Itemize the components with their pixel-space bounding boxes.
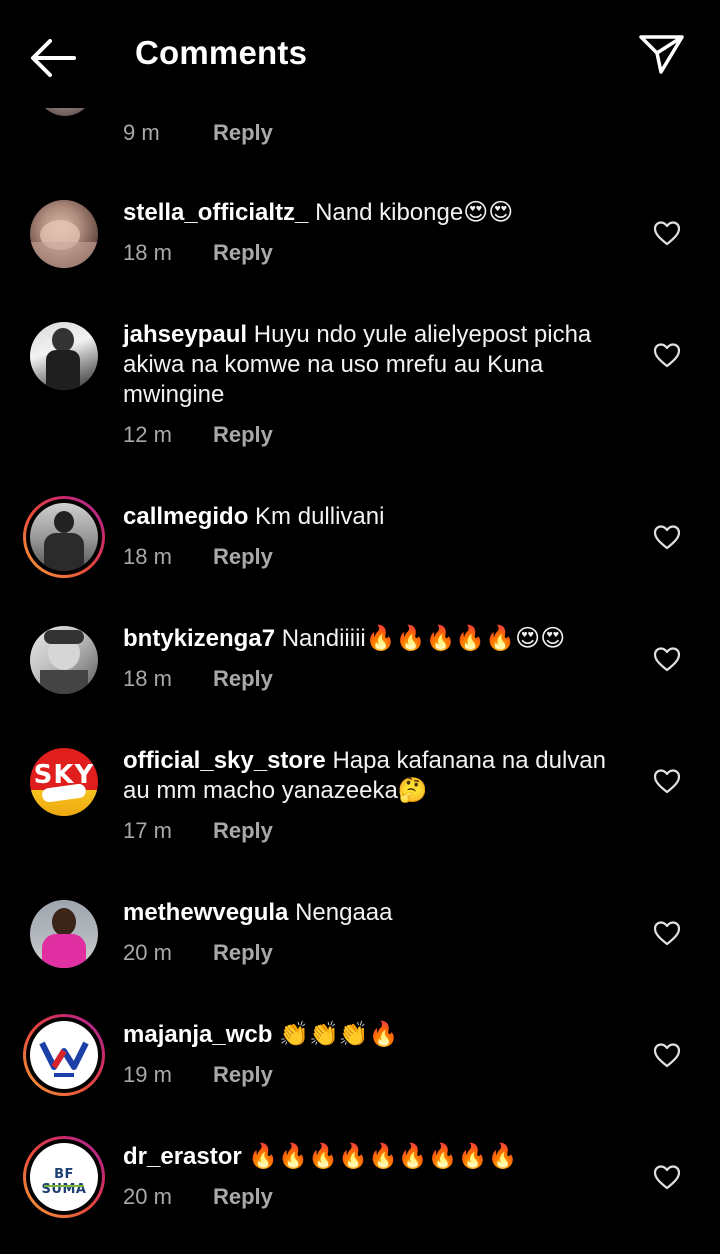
heart-icon[interactable] (653, 920, 681, 946)
avatar[interactable] (23, 496, 105, 578)
comment-body: 👏👏👏🔥 (279, 1021, 399, 1048)
comment-text: bntykizenga7 Nandiiiii🔥🔥🔥🔥🔥😍😍 (123, 624, 633, 654)
avatar[interactable]: BF SUMA (23, 1136, 105, 1218)
wasafi-tv-logo (39, 1041, 89, 1077)
comment-meta: 20 m Reply (123, 1182, 633, 1212)
avatar[interactable] (23, 1014, 105, 1096)
comment-time: 12 m (123, 422, 172, 447)
comment-meta: 9 m Reply (123, 118, 633, 148)
comment-username[interactable]: stella_officialtz_ (123, 199, 308, 226)
comment-text: jahseypaul Huyu ndo yule alielyepost pic… (123, 320, 633, 410)
comment-meta: 19 m Reply (123, 1060, 633, 1090)
comment-text: majanja_wcb 👏👏👏🔥 (123, 1020, 633, 1050)
comment-body: Nengaaa (295, 899, 393, 926)
comment-time: 19 m (123, 1062, 172, 1087)
comment-body: Nand kibonge😍😍 (315, 199, 514, 226)
back-button[interactable] (22, 30, 80, 84)
avatar[interactable] (30, 900, 98, 968)
header-bar: Comments (0, 0, 720, 108)
comment-text: methewvegula Nengaaa (123, 898, 633, 928)
heart-icon[interactable] (653, 646, 681, 672)
reply-button[interactable]: Reply (213, 818, 273, 843)
comment-body: 🔥🔥🔥🔥🔥🔥🔥🔥🔥 (248, 1143, 518, 1170)
heart-icon[interactable] (653, 768, 681, 794)
avatar[interactable] (30, 322, 98, 390)
comment-time: 20 m (123, 940, 172, 965)
heart-icon[interactable] (653, 524, 681, 550)
comment-time: 18 m (123, 544, 172, 569)
reply-button[interactable]: Reply (213, 1062, 273, 1087)
comment-text: callmegido Km dullivani (123, 502, 633, 532)
reply-button[interactable]: Reply (213, 940, 273, 965)
heart-icon[interactable] (653, 220, 681, 246)
comment-body: Km dullivani (255, 503, 385, 530)
comment-username[interactable]: majanja_wcb (123, 1021, 272, 1048)
reply-button[interactable]: Reply (213, 120, 273, 145)
comment-time: 20 m (123, 1184, 172, 1209)
avatar[interactable] (30, 200, 98, 268)
comment-time: 18 m (123, 666, 172, 691)
comment-meta: 17 m Reply (123, 816, 633, 846)
comment-username[interactable]: methewvegula (123, 899, 288, 926)
comment-time: 18 m (123, 240, 172, 265)
avatar[interactable]: SKY (30, 748, 98, 816)
comment-text: stella_officialtz_ Nand kibonge😍😍 (123, 198, 633, 228)
comment-meta: 18 m Reply (123, 238, 633, 268)
arrow-left-icon (31, 39, 76, 77)
reply-button[interactable]: Reply (213, 422, 273, 447)
comment-meta: 18 m Reply (123, 664, 633, 694)
heart-icon[interactable] (653, 342, 681, 368)
reply-button[interactable]: Reply (213, 544, 273, 569)
comment-username[interactable]: dr_erastor (123, 1143, 242, 1170)
comments-screen: Comments 9 m Reply stella_officialtz_ Nan… (0, 0, 720, 1254)
comment-body: Nandiiiii🔥🔥🔥🔥🔥😍😍 (281, 625, 566, 652)
comment-time: 17 m (123, 818, 172, 843)
heart-icon[interactable] (653, 1042, 681, 1068)
comment-meta: 12 m Reply (123, 420, 633, 450)
reply-button[interactable]: Reply (213, 1184, 273, 1209)
heart-icon[interactable] (653, 1164, 681, 1190)
comment-meta: 20 m Reply (123, 938, 633, 968)
comment-text: dr_erastor 🔥🔥🔥🔥🔥🔥🔥🔥🔥 (123, 1142, 633, 1172)
comment-username[interactable]: bntykizenga7 (123, 625, 275, 652)
bf-suma-logo: BF SUMA (41, 1167, 87, 1197)
reply-button[interactable]: Reply (213, 240, 273, 265)
comment-username[interactable]: callmegido (123, 503, 248, 530)
paper-plane-icon (639, 35, 684, 74)
comment-meta: 18 m Reply (123, 542, 633, 572)
avatar[interactable] (30, 626, 98, 694)
comment-username[interactable]: jahseypaul (123, 321, 247, 348)
comment-time: 9 m (123, 120, 160, 145)
comment-text: official_sky_store Hapa kafanana na dulv… (123, 746, 633, 806)
reply-button[interactable]: Reply (213, 666, 273, 691)
comment-username[interactable]: official_sky_store (123, 747, 326, 774)
page-title: Comments (135, 34, 308, 71)
share-button[interactable] (634, 28, 690, 78)
